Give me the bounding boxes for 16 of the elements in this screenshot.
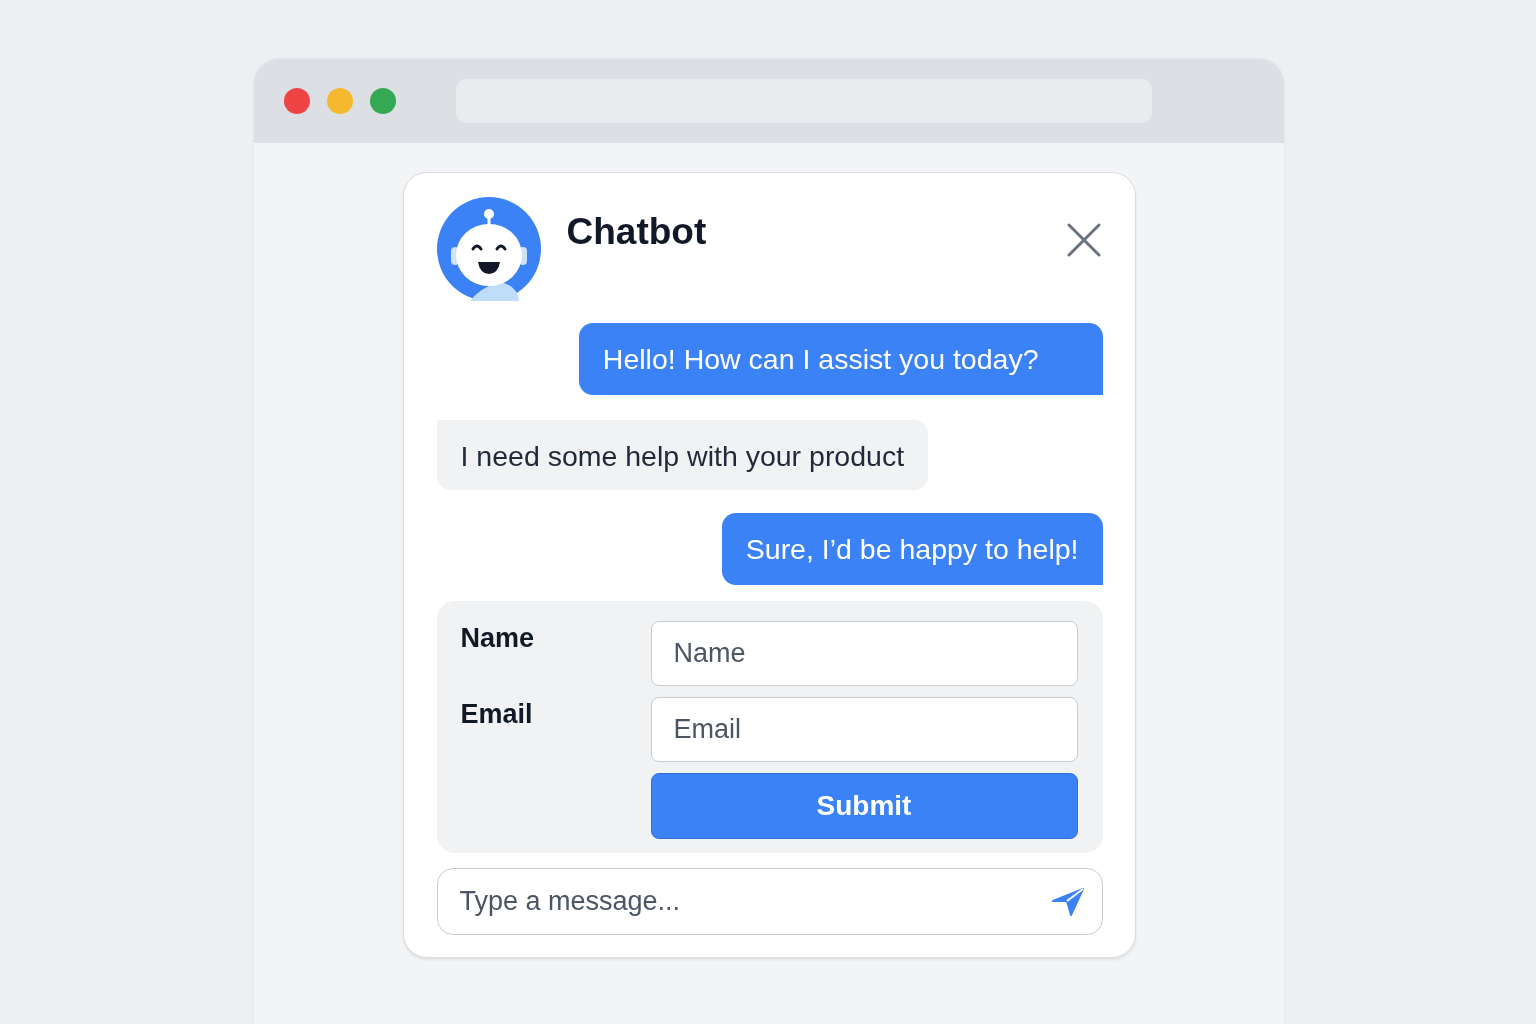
send-icon[interactable] bbox=[1050, 887, 1085, 917]
submit-button[interactable]: Submit bbox=[650, 773, 1078, 839]
input-field[interactable]: Name bbox=[650, 621, 1078, 686]
chat-bubble: Hello! How can I assist you today? bbox=[578, 323, 1103, 395]
chat-bubble: Sure, I’d be happy to help! bbox=[721, 513, 1103, 585]
input-field[interactable]: Email bbox=[650, 697, 1078, 762]
field-label: Email bbox=[460, 698, 534, 731]
chat-title: Chatbot bbox=[566, 211, 708, 253]
message-field[interactable]: Type a message... bbox=[436, 868, 1103, 935]
window-control-dot[interactable] bbox=[327, 88, 353, 114]
close-icon[interactable] bbox=[1066, 223, 1101, 257]
window-control-dot[interactable] bbox=[370, 88, 396, 114]
robot-avatar-icon bbox=[436, 197, 541, 301]
chat-bubble: I need some help with your product bbox=[436, 420, 929, 490]
field-label: Name bbox=[460, 622, 536, 655]
window-control-dot[interactable] bbox=[284, 88, 310, 114]
